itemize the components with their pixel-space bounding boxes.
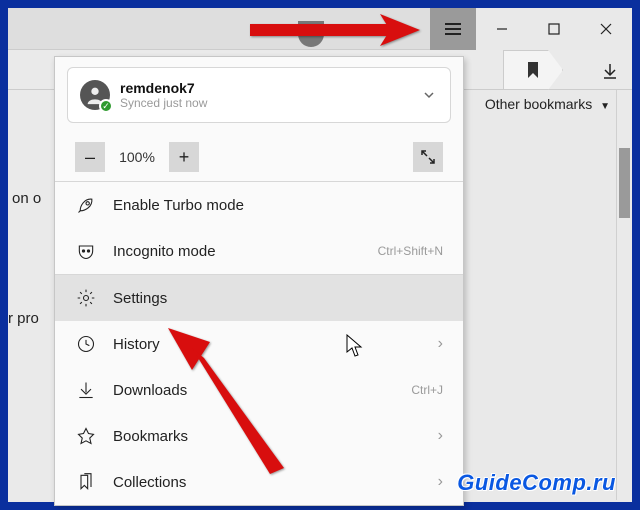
scrollbar-thumb[interactable] [619, 148, 630, 218]
menu-item-bookmarks[interactable]: Bookmarks › [55, 413, 463, 459]
maximize-button[interactable] [528, 8, 580, 50]
zoom-out-button[interactable]: – [75, 142, 105, 172]
hamburger-menu-button[interactable] [430, 8, 476, 50]
window-controls [430, 8, 632, 50]
download-icon [75, 379, 97, 401]
chevron-right-icon: › [438, 335, 443, 353]
app-window: Other bookmarks ▼ on o r pro ✓ remdenok7… [0, 0, 640, 510]
menu-item-label: Collections [113, 474, 186, 491]
menu-item-history[interactable]: History › [55, 321, 463, 367]
rocket-icon [75, 194, 97, 216]
zoom-value: 100% [115, 149, 159, 165]
downloads-toolbar-button[interactable] [598, 59, 622, 83]
title-bar [8, 8, 632, 50]
clock-icon [75, 333, 97, 355]
download-icon [601, 62, 619, 80]
sync-ok-badge: ✓ [99, 99, 113, 113]
menu-item-label: Settings [113, 290, 167, 307]
menu-item-label: Enable Turbo mode [113, 197, 244, 214]
menu-item-label: Downloads [113, 382, 187, 399]
menu-item-turbo[interactable]: Enable Turbo mode [55, 182, 463, 228]
other-bookmarks-button[interactable]: Other bookmarks ▼ [485, 96, 610, 112]
watermark: GuideComp.ru [457, 470, 616, 496]
other-bookmarks-label: Other bookmarks [485, 96, 592, 112]
bg-text-1: on o [12, 190, 41, 207]
chevron-down-icon [420, 86, 438, 104]
collections-icon [75, 471, 97, 493]
menu-item-downloads[interactable]: Downloads Ctrl+J [55, 367, 463, 413]
zoom-controls: – 100% + [55, 133, 463, 181]
fullscreen-button[interactable] [413, 142, 443, 172]
menu-item-incognito[interactable]: Incognito mode Ctrl+Shift+N [55, 228, 463, 274]
chevron-right-icon: › [438, 473, 443, 491]
chevron-down-icon: ▼ [600, 101, 610, 112]
account-text: remdenok7 Synced just now [120, 80, 207, 110]
account-card[interactable]: ✓ remdenok7 Synced just now [67, 67, 451, 123]
tab-remnant [298, 21, 324, 47]
bookmark-icon [526, 61, 540, 79]
menu-item-label: History [113, 336, 160, 353]
account-status: Synced just now [120, 96, 207, 110]
page-background-left: on o r pro [8, 90, 58, 500]
mask-icon [75, 240, 97, 262]
chevron-right-icon: › [438, 427, 443, 445]
bookmark-chip[interactable] [503, 50, 563, 90]
zoom-in-button[interactable]: + [169, 142, 199, 172]
menu-item-collections[interactable]: Collections › [55, 459, 463, 505]
star-icon [75, 425, 97, 447]
bg-text-2: r pro [8, 310, 39, 327]
account-username: remdenok7 [120, 80, 207, 96]
close-button[interactable] [580, 8, 632, 50]
menu-shortcut: Ctrl+Shift+N [378, 244, 443, 258]
gear-icon [75, 287, 97, 309]
menu-item-settings[interactable]: Settings [55, 275, 463, 321]
menu-shortcut: Ctrl+J [411, 383, 443, 397]
fullscreen-icon [420, 149, 436, 165]
menu-item-label: Incognito mode [113, 243, 216, 260]
hamburger-icon [445, 23, 461, 35]
vertical-scrollbar[interactable] [616, 90, 632, 500]
minimize-button[interactable] [476, 8, 528, 50]
main-menu-panel: ✓ remdenok7 Synced just now – 100% + [54, 56, 464, 506]
menu-item-label: Bookmarks [113, 428, 188, 445]
avatar: ✓ [80, 80, 110, 110]
